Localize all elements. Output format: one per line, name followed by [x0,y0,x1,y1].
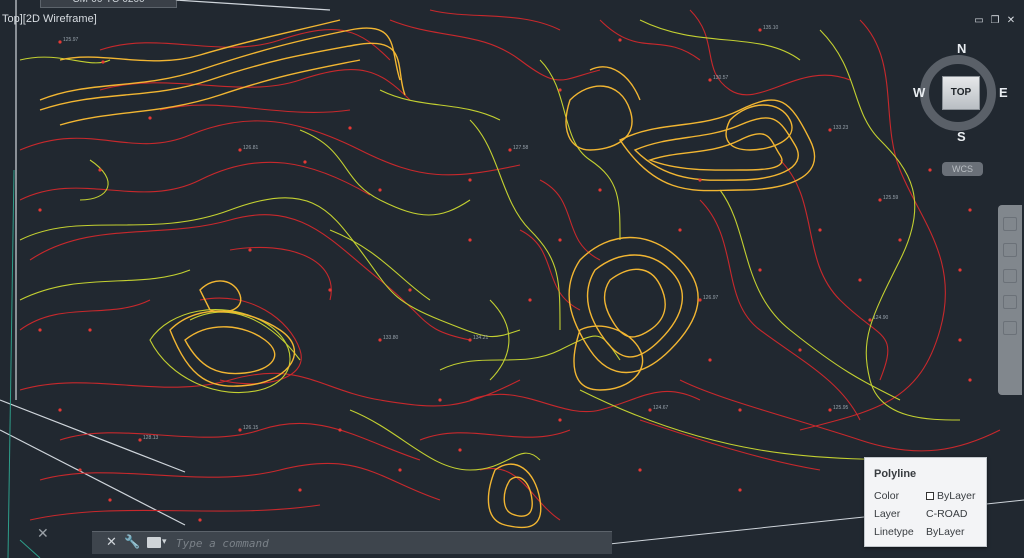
elevation-label: 126.15 [243,425,259,431]
quick-properties-panel: Polyline Color ByLayer Layer C-ROAD Line… [864,457,987,547]
command-prompt-icon[interactable] [147,537,161,548]
property-row-linetype[interactable]: Linetype ByLayer [874,526,984,540]
elevation-label: 134.21 [473,335,489,341]
property-key: Color [874,490,900,502]
recent-commands-dropdown-icon[interactable]: ▾ [162,536,167,547]
property-value[interactable]: ByLayer [926,526,965,538]
property-key: Linetype [874,526,914,538]
navigation-bar [998,205,1022,395]
customize-wrench-icon[interactable]: 🔧 [124,535,140,549]
viewport-window-controls: ▭ ❐ ✕ [974,16,1016,26]
compass-west[interactable]: W [913,85,925,100]
elevation-label: 127.58 [513,145,529,151]
viewcube-face-top[interactable]: TOP [942,76,980,110]
compass-south[interactable]: S [957,129,966,144]
property-row-color[interactable]: Color ByLayer [874,490,984,504]
minimize-viewport-icon[interactable]: ▭ [974,16,984,26]
showmotion-icon[interactable] [1003,321,1017,335]
elevation-label: 124.67 [653,405,669,411]
property-value[interactable]: ByLayer [937,490,976,502]
elevation-label: 126.81 [243,145,259,151]
compass-north[interactable]: N [957,41,966,56]
ucs-icon: ✕ [37,525,49,541]
wcs-menu-button[interactable]: WCS [942,162,983,176]
elevation-label: 124.90 [873,315,889,321]
restore-viewport-icon[interactable]: ❐ [990,16,1000,26]
elevation-label: 125.97 [63,37,79,43]
orbit-icon[interactable] [1003,295,1017,309]
quick-properties-title: Polyline [874,468,917,480]
close-viewport-icon[interactable]: ✕ [1006,16,1016,26]
elevation-label: 126.97 [703,295,719,301]
document-tab[interactable]: CM-00-TC-0200 [40,0,177,8]
pan-icon[interactable] [1003,243,1017,257]
compass-east[interactable]: E [999,85,1008,100]
elevation-label: 133.80 [383,335,399,341]
zoom-extents-icon[interactable] [1003,269,1017,283]
steering-wheel-icon[interactable] [1003,217,1017,231]
close-tab-icon[interactable]: × [175,0,185,5]
property-value[interactable]: C-ROAD [926,508,967,520]
property-key: Layer [874,508,901,520]
color-swatch-icon [926,492,934,500]
command-line: ✕ 🔧 ▾ [92,531,612,554]
elevation-label: 125.59 [883,195,899,201]
viewcube[interactable]: TOP N S W E [913,41,1009,153]
elevation-label: 133.23 [833,125,849,131]
elevation-label: 135.10 [763,25,779,31]
command-input[interactable] [174,534,598,553]
elevation-label: 125.95 [833,405,849,411]
elevation-label: 130.57 [713,75,729,81]
viewport-controls-label[interactable]: Top][2D Wireframe] [2,13,97,25]
close-command-line-icon[interactable]: ✕ [106,535,117,549]
property-row-layer[interactable]: Layer C-ROAD [874,508,984,522]
elevation-label: 128.13 [143,435,159,441]
